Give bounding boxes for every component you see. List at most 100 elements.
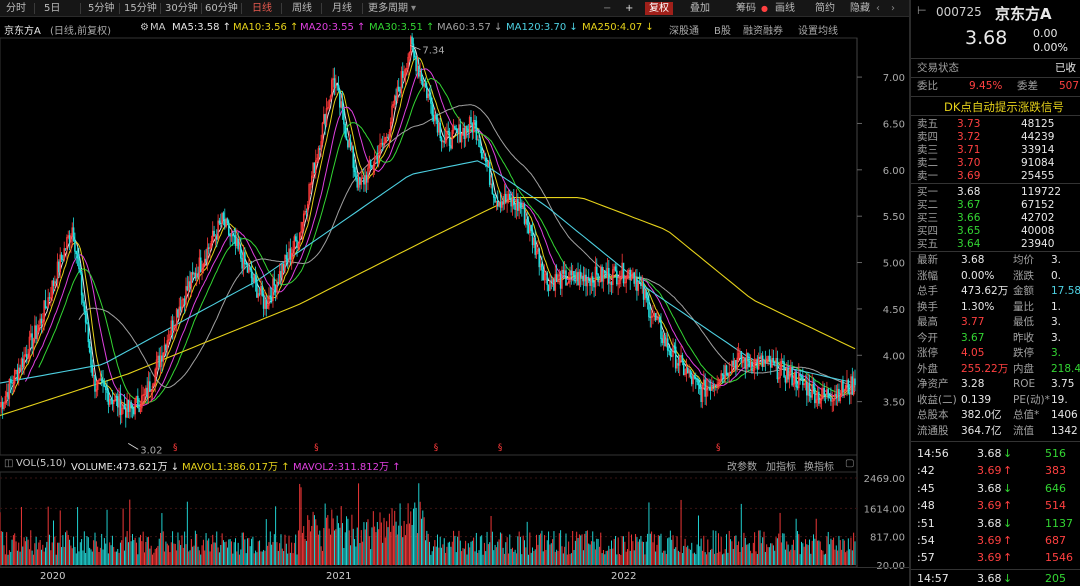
chart-mode-label: (日线,前复权) [50,26,111,37]
candle-body [812,384,815,389]
minus-icon[interactable]: − [603,2,611,15]
candle-body [363,177,365,185]
period-tab-daily[interactable]: 日线 [252,2,272,15]
chevron-down-icon[interactable]: ▾ [411,2,416,15]
b-share-toggle[interactable]: B股 [714,22,731,37]
candle-body [213,230,215,237]
candle-body [783,361,785,378]
period-tab-intraday[interactable]: 分时 [6,2,26,15]
add-indicator-button[interactable]: 加指标 [766,458,796,473]
candle-body [729,372,732,374]
candle-body [638,282,641,284]
tick-price: 3.69 [977,534,1002,547]
candle-body [605,272,607,278]
candle-body [261,285,264,296]
event-marker-icon: § [716,443,721,453]
candle-body [787,367,789,380]
candle-body [721,373,724,376]
hk-connect-toggle[interactable]: 深股通 [669,22,699,37]
candle-body [244,252,246,265]
candle-body [781,360,784,363]
simple-mode-button[interactable]: 简约 [815,2,835,15]
moving-average-legend: 京东方A (日线,前复权) ⚙ MA MA5:3.58 ↑ MA10:3.56 … [0,18,909,38]
candle-body [189,281,191,288]
candle-body [82,294,84,303]
candle-body [422,80,424,87]
chevron-left-icon[interactable]: ‹ [876,2,880,15]
candle-body [848,392,851,395]
plus-icon[interactable]: + [625,2,633,15]
candle-body [428,93,431,97]
stat-label: ROE [1013,378,1036,390]
period-tab-30min[interactable]: 30分钟 [165,2,198,15]
kline-chart[interactable]: 7.00 6.50 6.00 5.50 5.00 4.50 4.00 3.50 2469.00 1… [0,0,909,586]
candle-body [46,307,48,309]
price-axis-label: 4.00 [883,351,905,362]
draw-line-button[interactable]: 画线 [775,2,795,15]
candle-body [581,275,583,278]
margin-trading-toggle[interactable]: 融资融券 [743,22,783,37]
candle-body [60,254,63,260]
candle-body [622,262,625,284]
divider [241,3,242,14]
period-tab-5min[interactable]: 5分钟 [88,2,114,15]
chevron-right-icon[interactable]: › [891,2,895,15]
period-tab-60min[interactable]: 60分钟 [205,2,238,15]
stat-label: 最新 [917,254,938,266]
hide-button[interactable]: 隐藏 [850,2,870,15]
collapse-icon[interactable]: ◫ [4,458,13,469]
candle-body [250,269,253,279]
tick-direction-icon: ↑ [1003,464,1013,478]
period-tab-5day[interactable]: 5日 [44,2,60,15]
overlay-button[interactable]: 叠加 [690,2,710,15]
more-icon[interactable]: ⊢ [917,4,927,17]
tick-time: :48 [917,499,935,513]
candle-body [768,355,771,361]
period-tab-15min[interactable]: 15分钟 [124,2,157,15]
last-price: 3.68 [965,27,1008,49]
candle-body [791,367,793,386]
set-ma-dropdown[interactable]: 设置均线 [798,22,838,37]
candle-body [79,268,82,273]
period-toolbar: 分时 5日 5分钟 15分钟 30分钟 60分钟 日线 周线 月线 更多周期 ▾… [0,0,909,17]
candle-body [83,302,86,312]
candle-body [492,193,495,198]
window-icon[interactable]: ▢ [845,458,854,469]
candle-body [475,120,478,140]
candle-body [756,359,759,370]
divider [911,183,1080,184]
change-params-button[interactable]: 改参数 [727,458,757,473]
period-tab-monthly[interactable]: 月线 [332,2,352,15]
candle-body [395,95,397,101]
stat-value: 3.75 [1051,378,1075,390]
more-periods-dropdown[interactable]: 更多周期 [368,2,408,15]
tick-time: :51 [917,516,935,530]
change-indicator-button[interactable]: 换指标 [804,458,834,473]
stock-name: 京东方A [995,5,1052,23]
ask-row: 卖一 3.69 25455 [917,170,1080,183]
candle-body [286,258,289,261]
candle-body [587,278,590,281]
candle-body [773,361,776,364]
candle-body [199,257,202,272]
adjust-button[interactable]: 复权 [645,2,673,15]
candle-body [179,306,182,311]
signal-title[interactable]: DK点自动提示涨跌信号 [944,99,1064,115]
candle-body [570,270,573,276]
tick-time: :45 [917,481,935,495]
candle-body [115,396,118,398]
candle-body [455,128,458,130]
candle-body [471,123,474,133]
divider [281,3,282,14]
candle-body [686,367,689,374]
candle-body [541,263,543,271]
candle-body [488,162,491,185]
tick-direction-icon: ↑ [1003,534,1013,547]
settings-gear-icon[interactable]: ⚙ [140,22,149,33]
candle-body [48,297,51,299]
candle-body [100,378,103,381]
candle-body [542,269,545,281]
chip-distribution-button[interactable]: 筹码 [736,2,756,15]
period-tab-weekly[interactable]: 周线 [292,2,312,15]
candle-body [642,283,645,300]
